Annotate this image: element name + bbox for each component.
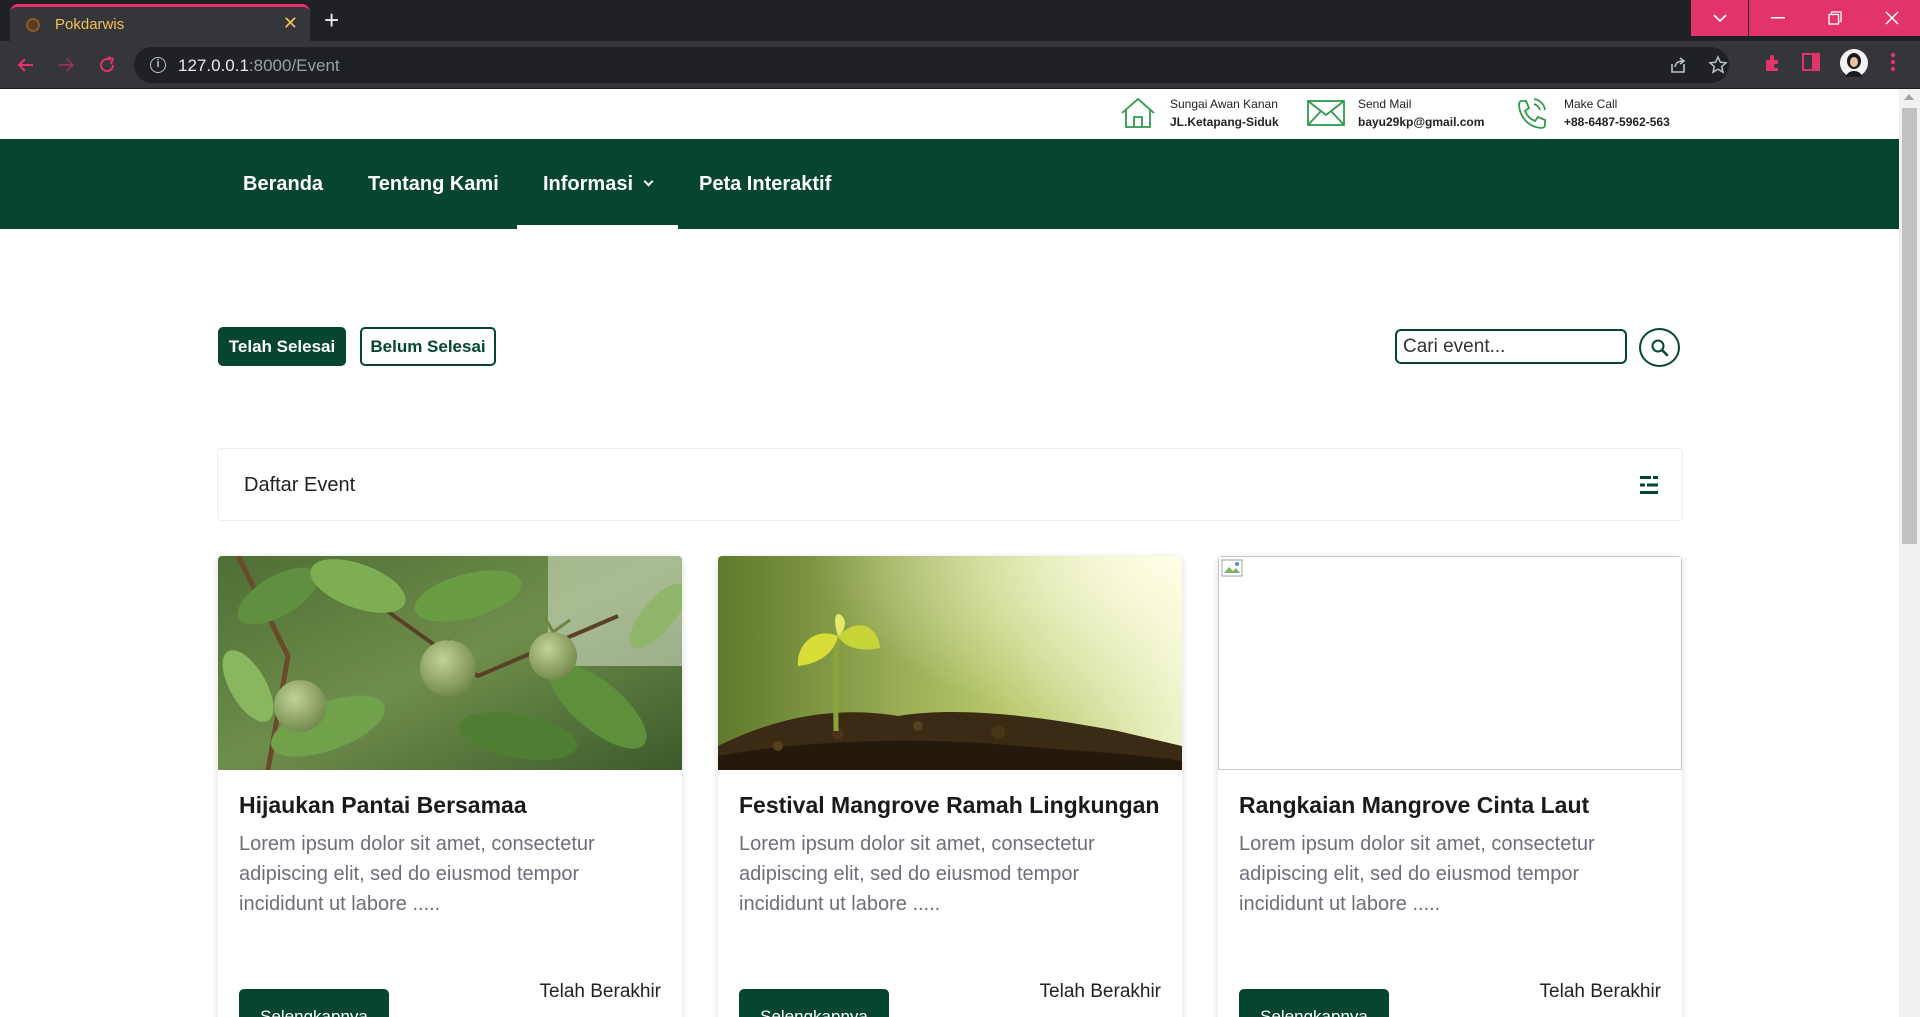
search-input[interactable] (1395, 329, 1627, 364)
event-list-header: Daftar Event (217, 448, 1683, 521)
contact-address: Sungai Awan Kanan JL.Ketapang-Siduk (1118, 95, 1279, 131)
url-text: 127.0.0.1:8000/Event (178, 56, 340, 76)
minimize-icon[interactable] (1749, 0, 1806, 36)
contact-mail-label: Send Mail (1358, 97, 1412, 111)
close-window-icon[interactable] (1863, 0, 1920, 36)
contact-bar: Sungai Awan Kanan JL.Ketapang-Siduk Send… (0, 89, 1899, 139)
nav-item-informasi[interactable]: Informasi (516, 139, 679, 229)
bookmark-star-icon[interactable] (1708, 55, 1728, 80)
event-description: Lorem ipsum dolor sit amet, consectetur … (739, 833, 1095, 915)
event-description: Lorem ipsum dolor sit amet, consectetur … (1239, 833, 1595, 915)
page-viewport: Sungai Awan Kanan JL.Ketapang-Siduk Send… (0, 89, 1899, 1017)
list-view-icon[interactable] (1640, 475, 1658, 495)
extensions-icon[interactable] (1762, 53, 1782, 78)
nav-item-tentang-kami[interactable]: Tentang Kami (368, 139, 499, 229)
phone-icon (1518, 98, 1546, 129)
event-title: Hijaukan Pantai Bersamaa (239, 792, 527, 818)
chevron-down-icon (643, 176, 654, 186)
side-panel-icon[interactable] (1802, 53, 1820, 76)
scrollbar-thumb[interactable] (1902, 108, 1917, 544)
broken-image-icon (1221, 559, 1243, 577)
event-card: Hijaukan Pantai Bersamaa Lorem ipsum dol… (218, 556, 682, 1017)
menu-kebab-icon[interactable] (1890, 51, 1896, 78)
contact-mail: Send Mail bayu29kp@gmail.com (1306, 95, 1484, 131)
nav-label: Peta Interaktif (699, 172, 832, 195)
url-host: 127.0.0.1 (178, 56, 249, 75)
event-image-broken (1218, 556, 1682, 770)
browser-tab[interactable]: Pokdarwis ✕ (10, 4, 310, 41)
contact-address-value: JL.Ketapang-Siduk (1170, 115, 1279, 129)
event-description: Lorem ipsum dolor sit amet, consectetur … (239, 833, 595, 915)
contact-phone-label: Make Call (1564, 97, 1618, 111)
close-tab-icon[interactable]: ✕ (283, 13, 298, 34)
nav-item-peta-interaktif[interactable]: Peta Interaktif (699, 139, 831, 229)
event-status: Telah Berakhir (539, 981, 661, 1002)
forward-arrow-icon[interactable] (56, 51, 76, 82)
contact-mail-value[interactable]: bayu29kp@gmail.com (1358, 115, 1484, 129)
site-info-icon[interactable]: i (150, 57, 166, 73)
browser-toolbar: i 127.0.0.1:8000/Event (0, 41, 1920, 89)
contact-address-label: Sungai Awan Kanan (1170, 97, 1278, 111)
event-status: Telah Berakhir (1539, 981, 1661, 1002)
share-icon[interactable] (1669, 55, 1689, 80)
search-button[interactable] (1639, 328, 1680, 367)
browser-titlebar: Pokdarwis ✕ + (0, 0, 1920, 41)
search-icon (1651, 339, 1668, 356)
nav-label: Tentang Kami (368, 172, 499, 195)
event-image-mangrove-fruit (218, 556, 682, 770)
reload-icon[interactable] (97, 51, 117, 82)
nav-label: Beranda (243, 172, 324, 195)
contact-phone: Make Call +88-6487-5962-563 (1512, 95, 1670, 131)
home-icon (1121, 97, 1155, 128)
filter-belum-selesai-button[interactable]: Belum Selesai (360, 327, 496, 366)
selengkapnya-button[interactable]: Selengkapnya (1239, 989, 1389, 1017)
back-arrow-icon[interactable] (16, 51, 36, 82)
contact-phone-value[interactable]: +88-6487-5962-563 (1564, 115, 1670, 129)
mail-icon (1307, 100, 1345, 126)
tab-title: Pokdarwis (55, 16, 125, 33)
event-title: Rangkaian Mangrove Cinta Laut (1239, 792, 1590, 818)
nav-item-beranda[interactable]: Beranda (243, 139, 323, 229)
page-scrollbar[interactable] (1899, 89, 1920, 1017)
restore-icon[interactable] (1806, 0, 1863, 36)
event-status: Telah Berakhir (1039, 981, 1161, 1002)
event-title: Festival Mangrove Ramah Lingkungan (739, 792, 1160, 818)
event-image-sprout (718, 556, 1182, 770)
selengkapnya-button[interactable]: Selengkapnya (239, 989, 389, 1017)
filter-telah-selesai-button[interactable]: Telah Selesai (218, 327, 346, 366)
main-navbar: Beranda Tentang Kami Informasi Peta Inte… (0, 139, 1899, 229)
scroll-up-arrow-icon[interactable] (1904, 94, 1914, 100)
address-bar[interactable]: i 127.0.0.1:8000/Event (134, 47, 1729, 83)
event-card: Festival Mangrove Ramah Lingkungan Lorem… (718, 556, 1182, 1017)
nav-label: Informasi (543, 172, 634, 195)
tab-search-icon[interactable] (1691, 0, 1748, 36)
profile-avatar[interactable] (1840, 49, 1868, 82)
url-path: :8000/Event (248, 56, 340, 75)
event-card: Rangkaian Mangrove Cinta Laut Lorem ipsu… (1218, 556, 1682, 1017)
event-list-title: Daftar Event (244, 474, 356, 496)
favicon-icon (26, 18, 40, 32)
selengkapnya-button[interactable]: Selengkapnya (739, 989, 889, 1017)
new-tab-icon[interactable]: + (324, 6, 339, 34)
